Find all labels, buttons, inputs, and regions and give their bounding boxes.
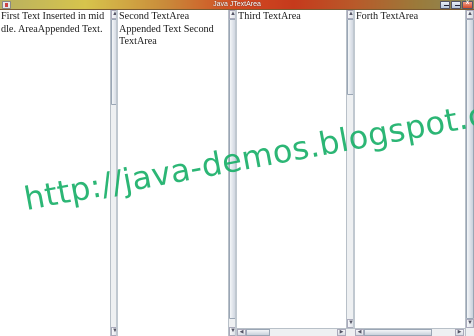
arrow-right-icon[interactable]: ▶ — [337, 329, 346, 336]
scrollbar-thumb[interactable] — [246, 329, 270, 336]
text-area-forth-content[interactable]: Forth TextArea — [356, 11, 418, 24]
text-area-forth-vscrollbar[interactable]: ▲ ▼ — [465, 10, 474, 336]
arrow-down-icon[interactable]: ▼ — [466, 319, 474, 328]
arrow-up-icon[interactable]: ▲ — [466, 10, 474, 19]
minimize-icon[interactable] — [440, 1, 450, 9]
text-area-third-hscrollbar[interactable]: ◀ ▶ — [237, 328, 355, 336]
maximize-icon[interactable] — [451, 1, 461, 9]
text-area-third-content[interactable]: Third TextArea — [238, 11, 301, 24]
text-area-second[interactable]: Second TextArea Appended Text Second Tex… — [118, 10, 228, 336]
window-title: Java JTextArea — [213, 1, 261, 8]
text-area-third[interactable]: Third TextArea — [237, 10, 346, 336]
arrow-left-icon[interactable]: ◀ — [355, 329, 364, 336]
arrow-left-icon[interactable]: ◀ — [237, 329, 246, 336]
scrollbar-thumb[interactable] — [364, 329, 432, 336]
text-area-second-content[interactable]: Second TextArea Appended Text Second Tex… — [119, 11, 214, 49]
window-titlebar[interactable]: Java JTextArea — [0, 0, 474, 10]
window-content: First Text Inserted in mid dle. AreaAppe… — [0, 10, 474, 336]
text-area-forth[interactable]: Forth TextArea — [355, 10, 465, 336]
scrollbar-thumb[interactable] — [466, 19, 474, 319]
text-area-first[interactable]: First Text Inserted in mid dle. AreaAppe… — [0, 10, 110, 336]
close-icon[interactable] — [462, 0, 473, 9]
text-area-forth-hscrollbar[interactable]: ◀ ▶ — [355, 328, 465, 336]
arrow-right-icon[interactable]: ▶ — [455, 329, 464, 336]
text-area-first-content[interactable]: First Text Inserted in mid dle. AreaAppe… — [1, 11, 104, 36]
